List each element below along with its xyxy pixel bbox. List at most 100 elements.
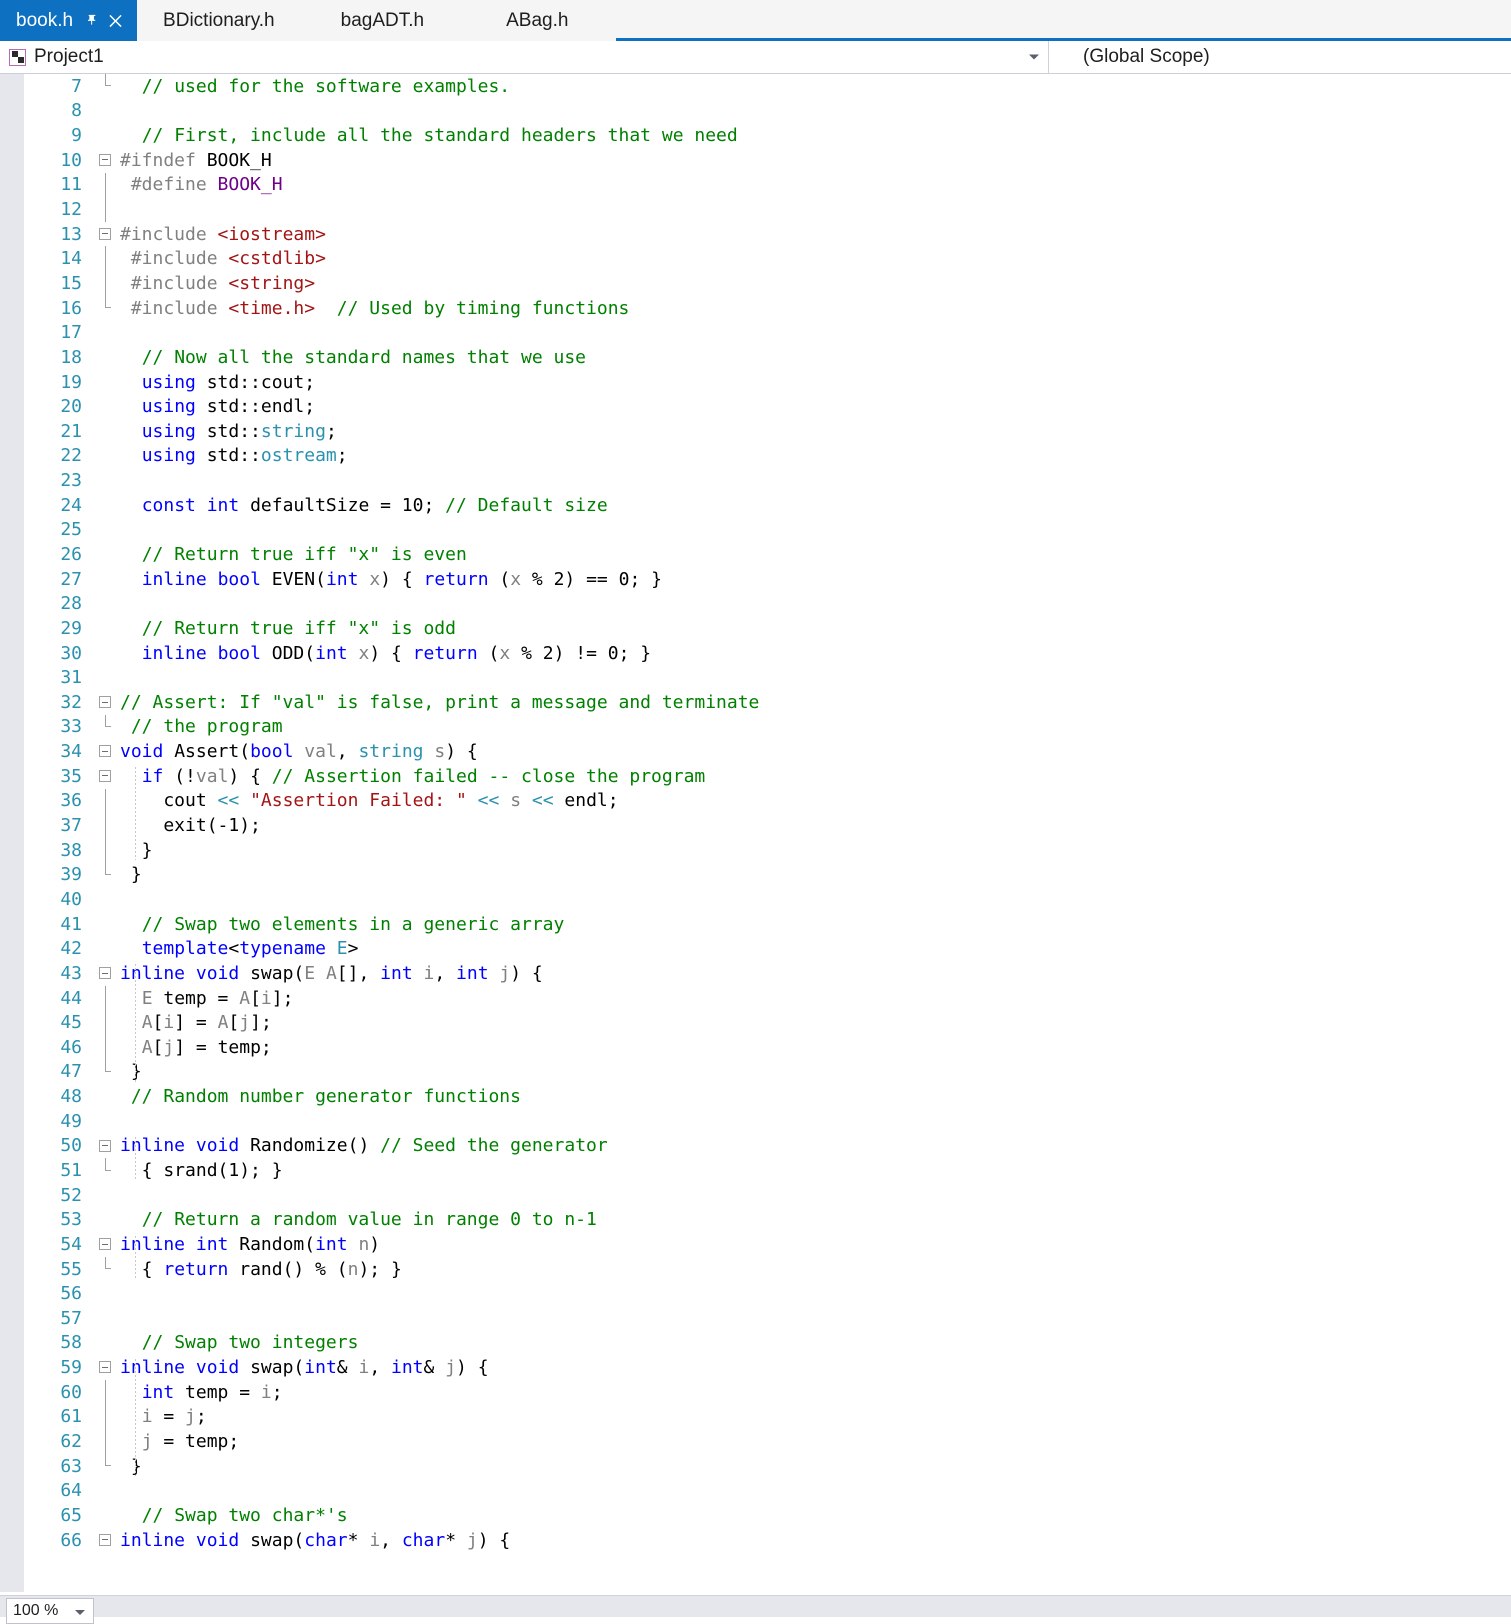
fold-margin-cell[interactable] xyxy=(95,370,119,395)
fold-margin-cell[interactable] xyxy=(95,246,119,271)
fold-margin-cell[interactable] xyxy=(95,1503,119,1528)
fold-margin-cell[interactable] xyxy=(95,197,119,222)
fold-margin-cell[interactable] xyxy=(95,1479,119,1504)
pin-icon[interactable] xyxy=(79,9,103,33)
code-line[interactable]: 24 const int defaultSize = 10; // Defaul… xyxy=(25,493,1511,518)
chevron-down-icon[interactable] xyxy=(75,1610,85,1615)
code-line[interactable]: 30 inline bool ODD(int x) { return (x % … xyxy=(25,641,1511,666)
code-line[interactable]: 44 E temp = A[i]; xyxy=(25,986,1511,1011)
fold-margin-cell[interactable] xyxy=(95,148,119,173)
code-line[interactable]: 38 } xyxy=(25,838,1511,863)
code-line[interactable]: 16 #include <time.h> // Used by timing f… xyxy=(25,296,1511,321)
code-line[interactable]: 45 A[i] = A[j]; xyxy=(25,1010,1511,1035)
fold-margin-cell[interactable] xyxy=(95,1454,119,1479)
fold-margin-cell[interactable] xyxy=(95,591,119,616)
code-line[interactable]: 14 #include <cstdlib> xyxy=(25,246,1511,271)
fold-margin-cell[interactable] xyxy=(95,493,119,518)
fold-margin-cell[interactable] xyxy=(95,567,119,592)
fold-margin-cell[interactable] xyxy=(95,1035,119,1060)
zoom-level-combobox[interactable]: 100 % xyxy=(6,1598,94,1624)
code-line[interactable]: 50inline void Randomize() // Seed the ge… xyxy=(25,1134,1511,1159)
fold-margin-cell[interactable] xyxy=(95,789,119,814)
code-line[interactable]: 48 // Random number generator functions xyxy=(25,1084,1511,1109)
tab-bdictionary-h[interactable]: BDictionary.h xyxy=(137,0,307,41)
fold-margin-cell[interactable] xyxy=(95,271,119,296)
code-line[interactable]: 46 A[j] = temp; xyxy=(25,1035,1511,1060)
code-line[interactable]: 15 #include <string> xyxy=(25,271,1511,296)
chevron-down-icon[interactable] xyxy=(1029,55,1039,60)
fold-margin-cell[interactable] xyxy=(95,690,119,715)
fold-margin-cell[interactable] xyxy=(95,863,119,888)
fold-margin-cell[interactable] xyxy=(95,444,119,469)
fold-margin-cell[interactable] xyxy=(95,936,119,961)
code-line[interactable]: 52 xyxy=(25,1183,1511,1208)
collapse-region-icon[interactable] xyxy=(99,1534,111,1546)
fold-margin-cell[interactable] xyxy=(95,1134,119,1159)
code-line[interactable]: 60 int temp = i; xyxy=(25,1380,1511,1405)
code-line[interactable]: 21 using std::string; xyxy=(25,419,1511,444)
fold-margin-cell[interactable] xyxy=(95,1380,119,1405)
scope-dropdown[interactable]: (Global Scope) xyxy=(1049,41,1511,73)
code-line[interactable]: 13#include <iostream> xyxy=(25,222,1511,247)
code-line[interactable]: 31 xyxy=(25,665,1511,690)
fold-margin-cell[interactable] xyxy=(95,813,119,838)
fold-margin-cell[interactable] xyxy=(95,1232,119,1257)
fold-margin-cell[interactable] xyxy=(95,1355,119,1380)
fold-margin-cell[interactable] xyxy=(95,986,119,1011)
code-line[interactable]: 17 xyxy=(25,320,1511,345)
fold-margin-cell[interactable] xyxy=(95,1010,119,1035)
code-line[interactable]: 8 xyxy=(25,99,1511,124)
fold-margin-cell[interactable] xyxy=(95,173,119,198)
fold-margin-cell[interactable] xyxy=(95,1429,119,1454)
collapse-region-icon[interactable] xyxy=(99,228,111,240)
collapse-region-icon[interactable] xyxy=(99,967,111,979)
code-line[interactable]: 59inline void swap(int& i, int& j) { xyxy=(25,1355,1511,1380)
fold-margin-cell[interactable] xyxy=(95,1158,119,1183)
code-line[interactable]: 34void Assert(bool val, string s) { xyxy=(25,739,1511,764)
fold-margin-cell[interactable] xyxy=(95,518,119,543)
code-line[interactable]: 27 inline bool EVEN(int x) { return (x %… xyxy=(25,567,1511,592)
code-line[interactable]: 42 template<typename E> xyxy=(25,936,1511,961)
collapse-region-icon[interactable] xyxy=(99,1140,111,1152)
code-text-area[interactable]: 7 // used for the software examples.89 /… xyxy=(25,74,1511,1592)
code-line[interactable]: 51 { srand(1); } xyxy=(25,1158,1511,1183)
fold-margin-cell[interactable] xyxy=(95,1109,119,1134)
fold-margin-cell[interactable] xyxy=(95,1281,119,1306)
fold-margin-cell[interactable] xyxy=(95,1207,119,1232)
fold-margin-cell[interactable] xyxy=(95,641,119,666)
fold-margin-cell[interactable] xyxy=(95,715,119,740)
code-line[interactable]: 65 // Swap two char*'s xyxy=(25,1503,1511,1528)
fold-margin-cell[interactable] xyxy=(95,1306,119,1331)
code-line[interactable]: 18 // Now all the standard names that we… xyxy=(25,345,1511,370)
fold-margin-cell[interactable] xyxy=(95,961,119,986)
code-line[interactable]: 66inline void swap(char* i, char* j) { xyxy=(25,1528,1511,1553)
code-line[interactable]: 53 // Return a random value in range 0 t… xyxy=(25,1207,1511,1232)
fold-margin-cell[interactable] xyxy=(95,1183,119,1208)
code-line[interactable]: 26 // Return true iff "x" is even xyxy=(25,542,1511,567)
fold-margin-cell[interactable] xyxy=(95,1405,119,1430)
fold-margin-cell[interactable] xyxy=(95,665,119,690)
fold-margin-cell[interactable] xyxy=(95,1331,119,1356)
tab-book-h[interactable]: book.h xyxy=(0,0,137,41)
collapse-region-icon[interactable] xyxy=(99,154,111,166)
code-line[interactable]: 64 xyxy=(25,1479,1511,1504)
code-line[interactable]: 49 xyxy=(25,1109,1511,1134)
fold-margin-cell[interactable] xyxy=(95,542,119,567)
code-line[interactable]: 22 using std::ostream; xyxy=(25,444,1511,469)
code-editor[interactable]: 7 // used for the software examples.89 /… xyxy=(0,74,1511,1592)
collapse-region-icon[interactable] xyxy=(99,770,111,782)
code-line[interactable]: 41 // Swap two elements in a generic arr… xyxy=(25,912,1511,937)
fold-margin-cell[interactable] xyxy=(95,764,119,789)
fold-margin-cell[interactable] xyxy=(95,123,119,148)
code-line[interactable]: 10#ifndef BOOK_H xyxy=(25,148,1511,173)
collapse-region-icon[interactable] xyxy=(99,745,111,757)
fold-margin-cell[interactable] xyxy=(95,296,119,321)
code-line[interactable]: 37 exit(-1); xyxy=(25,813,1511,838)
fold-margin-cell[interactable] xyxy=(95,887,119,912)
code-line[interactable]: 28 xyxy=(25,591,1511,616)
code-line[interactable]: 11 #define BOOK_H xyxy=(25,173,1511,198)
code-line[interactable]: 63 } xyxy=(25,1454,1511,1479)
code-line[interactable]: 56 xyxy=(25,1281,1511,1306)
code-line[interactable]: 55 { return rand() % (n); } xyxy=(25,1257,1511,1282)
code-line[interactable]: 23 xyxy=(25,468,1511,493)
